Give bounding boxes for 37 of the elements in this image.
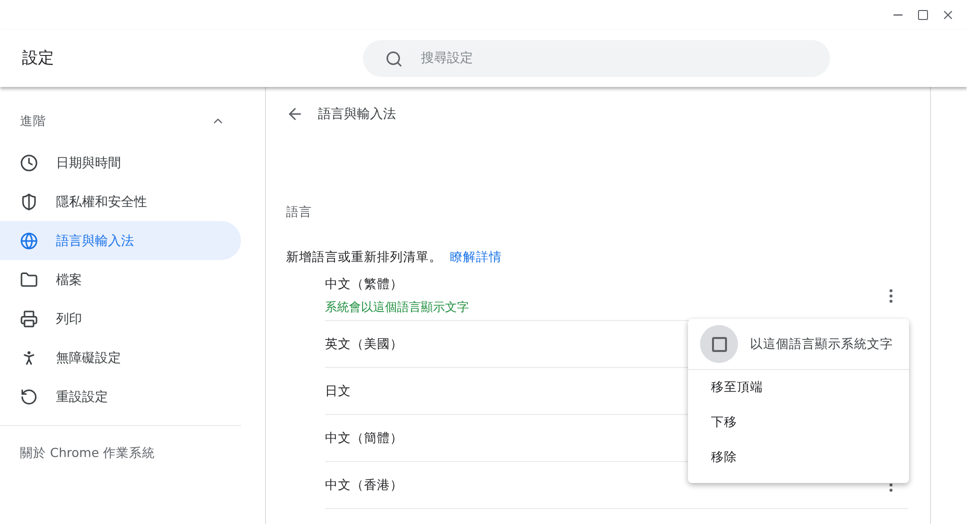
- back-icon[interactable]: [286, 105, 304, 123]
- reset-icon: [20, 388, 38, 406]
- language-note: 系統會以這個語言顯示文字: [325, 299, 469, 316]
- nav-item[interactable]: 列印: [0, 299, 241, 338]
- menu-item[interactable]: 移至頂端: [688, 370, 909, 405]
- page-title: 語言與輸入法: [318, 106, 396, 123]
- language-name: 英文（美國）: [325, 336, 403, 352]
- language-name: 中文（繁體）: [325, 276, 404, 293]
- search-icon: [385, 50, 403, 68]
- search-bar[interactable]: 搜尋設定: [363, 40, 830, 77]
- folder-icon: [20, 270, 38, 288]
- advanced-section[interactable]: 進階: [0, 99, 241, 143]
- nav-item[interactable]: 無障礙設定: [0, 338, 241, 377]
- close-icon[interactable]: [941, 8, 955, 22]
- maximize-icon[interactable]: [917, 9, 929, 21]
- clock-icon: [20, 154, 38, 172]
- nav-item[interactable]: 日期與時間: [0, 143, 241, 182]
- checkbox-label: 以這個語言顯示系統文字: [750, 336, 893, 352]
- language-name: 中文（簡體）: [325, 430, 403, 446]
- nav-item[interactable]: 重設設定: [0, 377, 241, 416]
- section-title: 語言: [286, 204, 313, 221]
- search-input[interactable]: 搜尋設定: [419, 50, 830, 67]
- globe-icon: [20, 232, 38, 250]
- nav-item[interactable]: 隱私權和安全性: [0, 182, 241, 221]
- checkbox[interactable]: [712, 336, 726, 352]
- nav-item[interactable]: 語言與輸入法: [0, 221, 241, 260]
- nav-item[interactable]: 檔案: [0, 260, 241, 299]
- shield-icon: [20, 192, 38, 210]
- menu-item[interactable]: 移除: [688, 440, 909, 475]
- printer-icon: [20, 310, 38, 328]
- app-title: 設定: [22, 48, 55, 69]
- language-name: 中文（香港）: [325, 476, 403, 494]
- menu-item[interactable]: 下移: [688, 405, 909, 440]
- language-name: 日文: [325, 382, 351, 400]
- about-link[interactable]: 關於 Chrome 作業系統: [0, 426, 241, 481]
- description-text: 新增語言或重新排列清單。 瞭解詳情: [286, 249, 503, 266]
- learn-more-link[interactable]: 瞭解詳情: [450, 249, 502, 264]
